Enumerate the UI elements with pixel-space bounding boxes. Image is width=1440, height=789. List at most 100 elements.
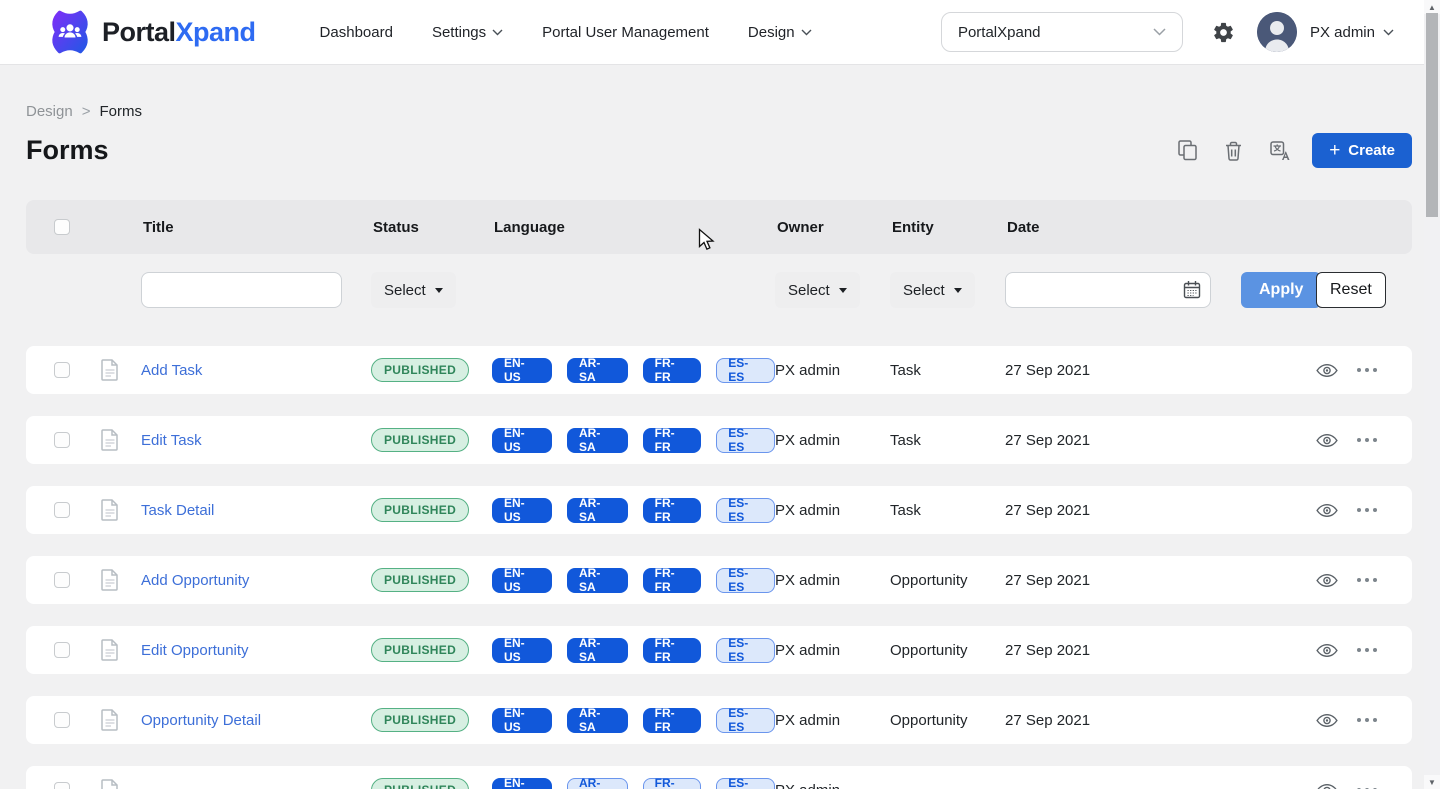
- nav-item-settings[interactable]: Settings: [432, 24, 503, 41]
- owner-cell: PX admin: [775, 571, 841, 589]
- language-badge: FR-FR: [642, 636, 702, 664]
- nav-item-design[interactable]: Design: [748, 24, 812, 41]
- column-header-title[interactable]: Title: [141, 219, 371, 236]
- column-header-status[interactable]: Status: [371, 219, 492, 236]
- language-badge: ES-ES: [716, 706, 775, 734]
- language-badge: EN-US: [492, 566, 552, 594]
- language-badge: FR-FR: [642, 566, 702, 594]
- row-checkbox-cell: [26, 362, 101, 378]
- eye-icon[interactable]: [1316, 713, 1338, 728]
- copy-icon[interactable]: [1174, 136, 1201, 165]
- select-all-checkbox[interactable]: [54, 219, 70, 235]
- date-filter-input[interactable]: [1005, 272, 1211, 308]
- eye-icon[interactable]: [1316, 503, 1338, 518]
- scroll-down-arrow-icon[interactable]: ▼: [1424, 775, 1440, 789]
- owner-cell: PX admin: [775, 431, 841, 449]
- ellipsis-menu-icon[interactable]: [1357, 574, 1377, 586]
- eye-icon[interactable]: [1316, 783, 1338, 789]
- language-badge: AR-SA: [566, 566, 628, 594]
- status-badge: PUBLISHED: [371, 358, 470, 382]
- nav-item-portal-user-management[interactable]: Portal User Management: [542, 24, 709, 41]
- nav-label: Dashboard: [319, 23, 393, 41]
- entity-filter-select[interactable]: Select: [890, 272, 975, 308]
- toolbar: + Create: [1154, 133, 1412, 168]
- status-badge: PUBLISHED: [371, 568, 470, 592]
- calendar-icon[interactable]: [1183, 280, 1201, 304]
- language-badge: FR-FR: [642, 776, 702, 789]
- eye-icon[interactable]: [1316, 643, 1338, 658]
- ellipsis-menu-icon[interactable]: [1357, 714, 1377, 726]
- portal-select-dropdown[interactable]: PortalXpand: [940, 12, 1183, 52]
- language-badge: AR-SA: [566, 496, 628, 524]
- translate-icon[interactable]: [1266, 137, 1294, 165]
- form-title-link[interactable]: Add Opportunity: [141, 572, 249, 589]
- main-nav: Dashboard Settings Portal User Managemen…: [320, 24, 812, 41]
- select-label: Select: [788, 281, 830, 299]
- row-checkbox[interactable]: [54, 712, 70, 728]
- user-avatar[interactable]: [1256, 12, 1297, 52]
- document-icon: [101, 779, 141, 789]
- eye-icon[interactable]: [1316, 573, 1338, 588]
- table-body: Add Task PUBLISHED EN-US AR-SA FR-FR ES-ES …: [26, 346, 1412, 789]
- breadcrumb-separator: >: [81, 103, 91, 120]
- entity-cell: Opportunity: [890, 571, 968, 589]
- row-checkbox[interactable]: [54, 782, 70, 789]
- row-checkbox-cell: [26, 432, 101, 448]
- ellipsis-menu-icon[interactable]: [1357, 504, 1377, 516]
- apply-button[interactable]: Apply: [1241, 272, 1322, 308]
- table-row: Edit Task PUBLISHED EN-US AR-SA FR-FR ES-ES…: [26, 416, 1412, 464]
- user-menu[interactable]: PX admin: [1310, 24, 1394, 41]
- row-actions: [1316, 713, 1412, 728]
- filter-row: Select Select Select Apply Reset: [26, 272, 1412, 308]
- reset-button[interactable]: Reset: [1316, 272, 1386, 308]
- scrollbar-thumb[interactable]: [1426, 13, 1438, 217]
- brand-logo[interactable]: PortalXpand: [48, 10, 256, 54]
- eye-icon[interactable]: [1316, 433, 1338, 448]
- title-row: Forms + Create: [26, 133, 1412, 168]
- language-badges: EN-US AR-SA FR-FR ES-ES: [492, 356, 775, 384]
- vertical-scrollbar[interactable]: ▲ ▼: [1424, 0, 1440, 789]
- language-badge: ES-ES: [716, 426, 775, 454]
- column-header-entity[interactable]: Entity: [890, 219, 1005, 236]
- row-checkbox[interactable]: [54, 362, 70, 378]
- create-button[interactable]: + Create: [1312, 133, 1412, 168]
- column-header-owner[interactable]: Owner: [775, 219, 890, 236]
- breadcrumb-design[interactable]: Design: [26, 103, 73, 120]
- nav-label: Design: [747, 23, 795, 41]
- language-badges: EN-US AR-SA FR-FR ES-ES: [492, 776, 775, 789]
- gear-icon[interactable]: [1212, 21, 1235, 44]
- document-icon: [101, 709, 141, 731]
- row-checkbox[interactable]: [54, 642, 70, 658]
- row-checkbox[interactable]: [54, 502, 70, 518]
- owner-filter-select[interactable]: Select: [775, 272, 860, 308]
- eye-icon[interactable]: [1316, 363, 1338, 378]
- form-title-link[interactable]: Add Task: [141, 362, 202, 379]
- language-badges: EN-US AR-SA FR-FR ES-ES: [492, 426, 775, 454]
- date-cell: 27 Sep 2021: [1005, 571, 1091, 589]
- form-title-link[interactable]: Edit Opportunity: [141, 642, 249, 659]
- scroll-up-arrow-icon[interactable]: ▲: [1424, 0, 1440, 14]
- column-header-date[interactable]: Date: [1005, 219, 1316, 236]
- plus-icon: +: [1329, 140, 1341, 161]
- row-checkbox[interactable]: [54, 432, 70, 448]
- ellipsis-menu-icon[interactable]: [1357, 364, 1377, 376]
- title-filter-input[interactable]: [141, 272, 342, 308]
- status-filter-select[interactable]: Select: [371, 272, 456, 308]
- row-actions: [1316, 573, 1412, 588]
- ellipsis-menu-icon[interactable]: [1357, 784, 1377, 789]
- language-badge: ES-ES: [716, 496, 775, 524]
- table-row: Edit Opportunity PUBLISHED EN-US AR-SA FR-…: [26, 626, 1412, 674]
- column-header-language[interactable]: Language: [492, 219, 775, 236]
- nav-item-dashboard[interactable]: Dashboard: [320, 24, 393, 41]
- form-title-link[interactable]: Opportunity Detail: [141, 712, 261, 729]
- chevron-down-icon: [492, 29, 503, 35]
- row-checkbox[interactable]: [54, 572, 70, 588]
- form-title-link[interactable]: Edit Task: [141, 432, 202, 449]
- form-title-link[interactable]: Task Detail: [141, 502, 214, 519]
- ellipsis-menu-icon[interactable]: [1357, 434, 1377, 446]
- ellipsis-menu-icon[interactable]: [1357, 644, 1377, 656]
- trash-icon[interactable]: [1221, 137, 1246, 165]
- owner-cell: PX admin: [775, 501, 841, 519]
- table-row: Add Task PUBLISHED EN-US AR-SA FR-FR ES-ES …: [26, 346, 1412, 394]
- header-checkbox-cell: [26, 219, 101, 235]
